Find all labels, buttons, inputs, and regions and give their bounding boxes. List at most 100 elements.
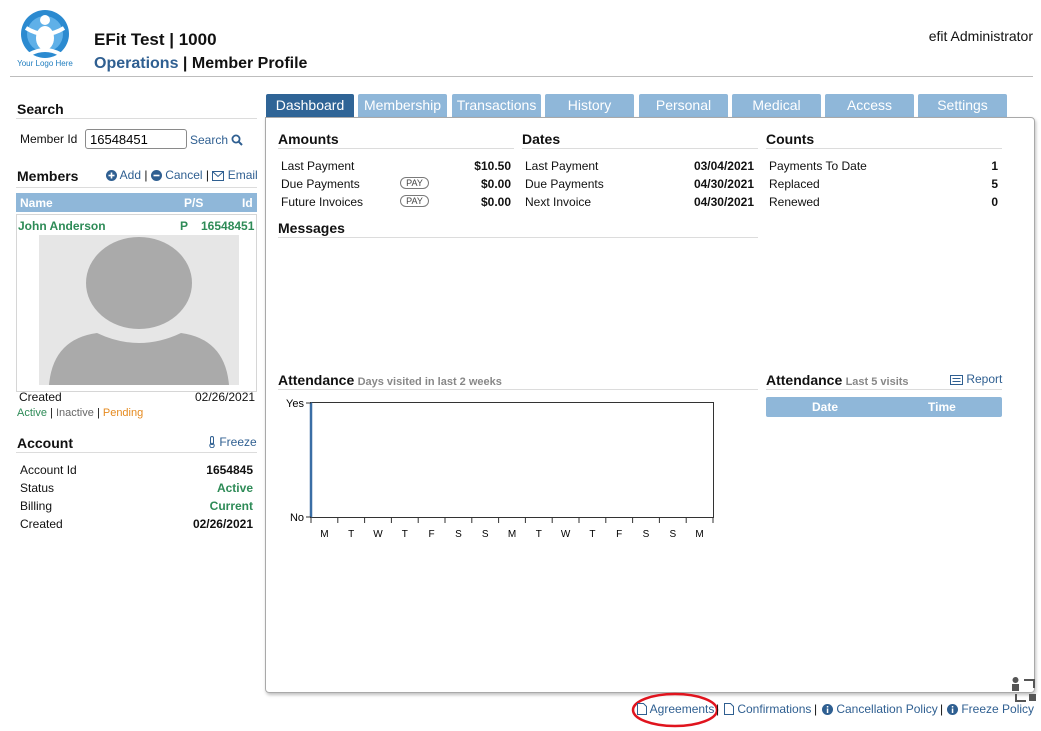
agreements-label: Agreements <box>649 702 715 716</box>
x-tick-label: S <box>455 529 462 540</box>
separator: | <box>144 168 148 182</box>
email-member-button[interactable]: Email <box>212 168 258 182</box>
freeze-label: Freeze <box>219 435 257 449</box>
x-tick-label: F <box>429 529 435 540</box>
replaced-label: Replaced <box>769 177 820 191</box>
x-tick-label: S <box>669 529 676 540</box>
members-actions: Add | Cancel | Email <box>106 168 258 182</box>
freeze-policy-label: Freeze Policy <box>961 702 1035 716</box>
x-tick-label: T <box>402 529 408 540</box>
tab-medical[interactable]: Medical <box>732 94 821 117</box>
user-name[interactable]: efit Administrator <box>929 28 1033 44</box>
account-heading: Account <box>17 435 73 451</box>
divider <box>766 148 1002 149</box>
report-button[interactable]: Report <box>950 372 1002 386</box>
add-member-button[interactable]: Add <box>106 168 144 182</box>
pay-due-button[interactable]: PAY <box>400 177 429 189</box>
search-heading: Search <box>17 101 64 117</box>
x-tick-label: S <box>482 529 489 540</box>
billing-value: Current <box>209 499 253 513</box>
renewed-label: Renewed <box>769 195 820 209</box>
divider <box>766 389 1002 390</box>
separator: | <box>940 702 944 716</box>
tab-personal[interactable]: Personal <box>639 94 728 117</box>
separator: | <box>96 407 100 419</box>
due-payments-label: Due Payments <box>281 177 360 191</box>
member-name[interactable]: John Anderson <box>18 219 106 233</box>
account-id-value: 1654845 <box>206 463 253 477</box>
divider <box>278 237 758 238</box>
status-label: Status <box>20 481 55 495</box>
confirmations-link[interactable]: Confirmations <box>724 702 811 716</box>
x-tick-label: W <box>561 529 571 540</box>
created-label: Created <box>19 390 62 404</box>
attendance-chart-subnote: Days visited in last 2 weeks <box>357 376 502 388</box>
x-tick-label: T <box>536 529 542 540</box>
separator: | <box>814 702 818 716</box>
x-tick-label: T <box>589 529 595 540</box>
member-id-input[interactable] <box>85 129 187 149</box>
dates-last-payment-label: Last Payment <box>525 159 599 173</box>
cancellation-policy-link[interactable]: Cancellation Policy <box>822 702 938 716</box>
divider <box>278 389 758 390</box>
pay-future-button[interactable]: PAY <box>400 195 429 207</box>
minus-circle-icon <box>150 170 162 181</box>
thermometer-icon <box>209 436 215 448</box>
switch-view-icon[interactable] <box>1010 676 1038 704</box>
chart-plot-area <box>310 402 714 518</box>
payments-to-date-label: Payments To Date <box>769 159 867 173</box>
header-divider <box>10 76 1033 77</box>
search-button[interactable]: Search <box>190 133 244 147</box>
breadcrumb-page: Member Profile <box>191 55 308 72</box>
billing-label: Billing <box>20 499 53 513</box>
tab-transactions[interactable]: Transactions <box>452 94 541 117</box>
dates-last-payment-value: 03/04/2021 <box>693 159 754 173</box>
members-table-header: Name P/S Id <box>16 193 257 212</box>
freeze-policy-link[interactable]: Freeze Policy <box>947 702 1034 716</box>
cancel-member-button[interactable]: Cancel <box>150 168 206 182</box>
divider <box>522 148 758 149</box>
divider <box>278 148 514 149</box>
search-label: Search <box>190 133 229 147</box>
x-tick-label: F <box>616 529 622 540</box>
member-status-legend: Active | Inactive | Pending <box>17 407 143 419</box>
separator: | <box>50 407 53 419</box>
attendance-chart-heading: Attendance <box>278 372 355 388</box>
legend-active: Active <box>17 407 47 419</box>
member-photo-placeholder[interactable] <box>39 235 239 385</box>
separator: | <box>716 702 720 716</box>
x-tick-label: M <box>320 529 328 540</box>
search-icon <box>231 134 244 146</box>
info-icon <box>822 704 833 715</box>
freeze-button[interactable]: Freeze <box>208 435 257 449</box>
column-date: Date <box>812 400 839 414</box>
agreements-link[interactable]: Agreements <box>637 702 714 716</box>
replaced-value: 5 <box>991 177 998 191</box>
attendance-list-header: Date Time <box>766 397 1002 417</box>
logo-text: Your Logo Here <box>17 59 73 68</box>
tab-membership[interactable]: Membership <box>358 94 447 117</box>
column-id: Id <box>242 196 253 210</box>
cancel-label: Cancel <box>165 168 203 182</box>
dates-due-payments-label: Due Payments <box>525 177 604 191</box>
status-value: Active <box>216 481 253 495</box>
column-name: Name <box>20 196 53 210</box>
payments-to-date-value: 1 <box>991 159 998 173</box>
tab-access[interactable]: Access <box>825 94 914 117</box>
attendance-list-subnote: Last 5 visits <box>845 376 909 388</box>
separator: | <box>205 168 210 182</box>
tab-settings[interactable]: Settings <box>918 94 1007 117</box>
tab-dashboard[interactable]: Dashboard <box>266 94 354 117</box>
column-ps: P/S <box>184 196 204 210</box>
amounts-heading: Amounts <box>278 131 339 147</box>
y-tick-label-yes: Yes <box>286 398 304 410</box>
attendance-list-heading: Attendance <box>766 372 843 388</box>
x-tick-label: M <box>695 529 703 540</box>
divider <box>16 118 257 119</box>
breadcrumb-section[interactable]: Operations <box>94 55 178 72</box>
messages-heading: Messages <box>278 220 345 236</box>
x-tick-label: M <box>508 529 516 540</box>
pdf-file-icon <box>637 703 647 715</box>
tab-history[interactable]: History <box>545 94 634 117</box>
breadcrumb: Operations | Member Profile <box>94 55 307 73</box>
